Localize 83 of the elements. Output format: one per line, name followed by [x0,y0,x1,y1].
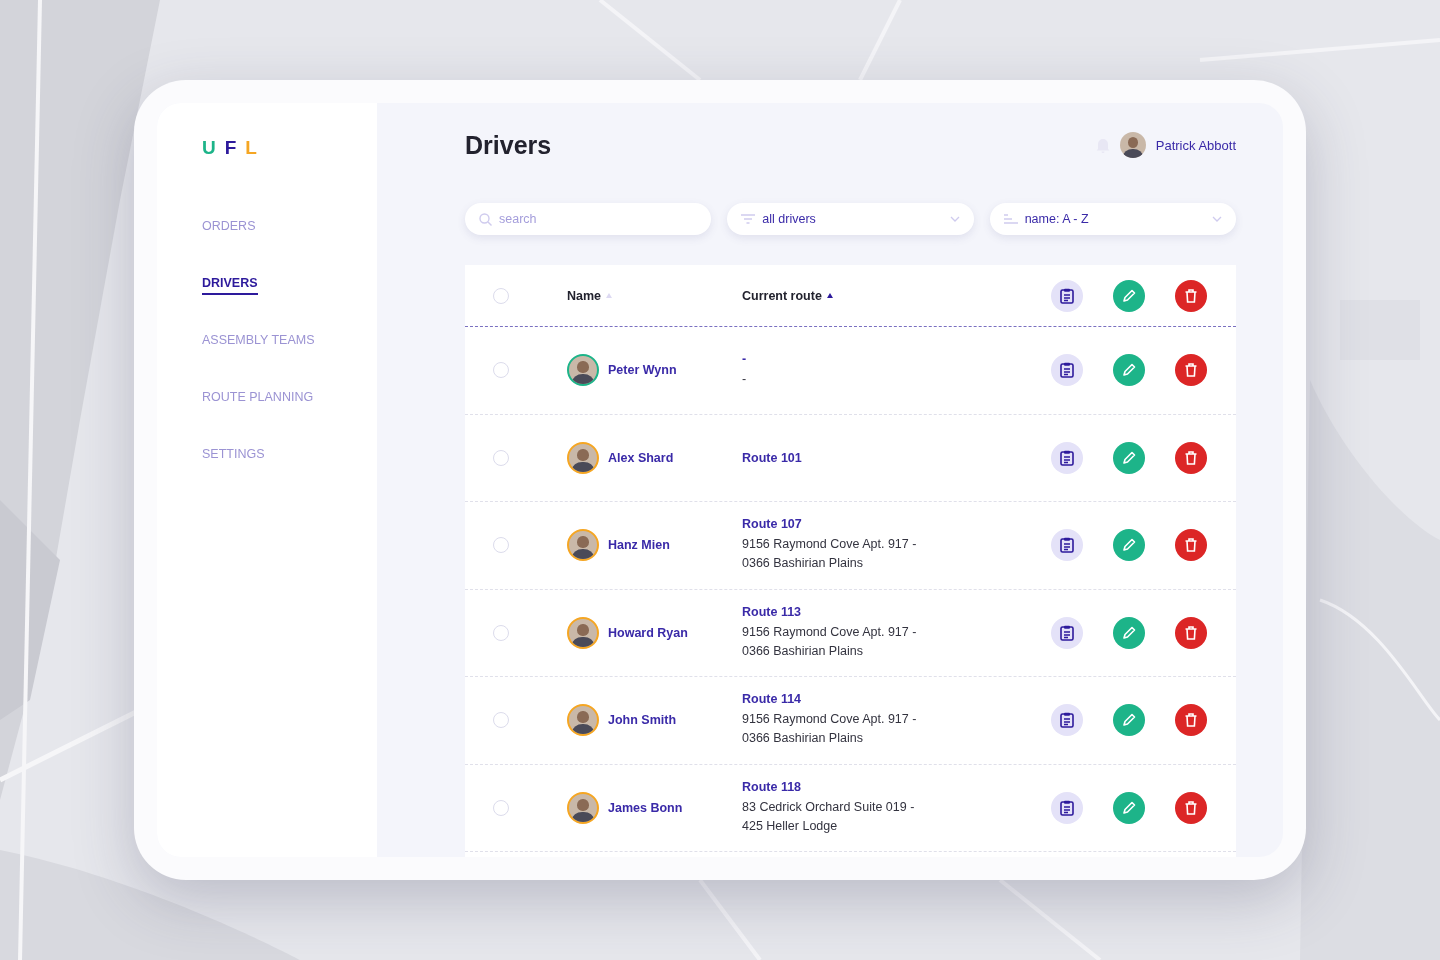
route-name[interactable]: Route 118 [742,779,932,794]
edit-button[interactable] [1113,616,1145,649]
pencil-icon [1122,288,1136,303]
driver-name[interactable]: Hanz Mien [608,538,670,553]
select-all-checkbox[interactable] [493,287,509,304]
route-name[interactable]: Route 113 [742,604,932,619]
user-name[interactable]: Patrick Abbott [1155,137,1236,153]
edit-button[interactable] [1113,791,1145,824]
clipboard-icon [1060,449,1074,466]
route-name[interactable]: Route 114 [742,692,932,707]
clipboard-button[interactable] [1051,616,1083,649]
sort-arrow-icon [826,293,833,298]
route-name[interactable]: - [742,351,932,366]
route-address: 9156 Raymond Cove Apt. 917 - 0366 Bashirian Plains [742,536,918,573]
status-dropdown[interactable]: all drivers [727,203,974,235]
edit-button[interactable] [1113,704,1145,737]
row-checkbox[interactable] [493,799,509,816]
delete-button[interactable] [1175,354,1207,387]
driver-name[interactable]: Howard Ryan [608,625,688,640]
sort-lines-icon [1003,214,1018,224]
edit-button[interactable] [1113,354,1145,387]
edit-button[interactable] [1113,441,1145,474]
logo: U F L [202,137,258,159]
delete-button[interactable] [1175,791,1207,824]
route-address: 83 Cedrick Orchard Suite 019 - 425 Heller Lodge [742,798,916,835]
row-checkbox[interactable] [493,362,509,379]
clipboard-button[interactable] [1051,441,1083,474]
clipboard-icon [1060,537,1074,554]
clipboard-button[interactable] [1051,354,1083,387]
edit-button[interactable] [1113,279,1145,312]
clipboard-icon [1060,362,1074,379]
clipboard-button[interactable] [1051,279,1083,312]
pencil-icon [1122,713,1136,728]
trash-icon [1185,800,1197,815]
search-field[interactable]: search [465,203,712,235]
trash-icon [1185,363,1197,378]
row-checkbox[interactable] [493,449,509,466]
trash-icon [1185,538,1197,553]
delete-button[interactable] [1175,279,1207,312]
column-header[interactable]: Name [567,288,613,303]
chevron-down-icon [949,216,960,222]
route-address: 9156 Raymond Cove Apt. 917 - 0366 Bashirian Plains [742,623,918,660]
clipboard-button[interactable] [1051,791,1083,824]
trash-icon [1185,625,1197,640]
clipboard-icon [1060,799,1074,816]
trash-icon [1185,288,1197,303]
clipboard-icon [1060,712,1074,729]
sort-arrow-icon [606,293,613,298]
edit-button[interactable] [1113,529,1145,562]
chevron-down-icon [1212,216,1222,222]
clipboard-icon [1060,287,1074,304]
user-avatar[interactable] [1119,132,1146,158]
row-checkbox[interactable] [493,712,509,729]
route-name[interactable]: Route 101 [742,450,932,465]
delete-button[interactable] [1175,616,1207,649]
driver-name[interactable]: Alex Shard [608,450,674,465]
delete-button[interactable] [1175,441,1207,474]
pencil-icon [1122,450,1136,465]
column-header[interactable]: Current route [742,288,833,303]
page-title: Drivers [465,130,552,160]
filter-icon [741,214,756,224]
pencil-icon [1122,363,1136,378]
clipboard-icon [1060,624,1074,641]
clipboard-button[interactable] [1051,704,1083,737]
route-address: 9156 Raymond Cove Apt. 917 - 0366 Bashirian Plains [742,711,918,748]
delete-button[interactable] [1175,529,1207,562]
trash-icon [1185,450,1197,465]
row-checkbox[interactable] [493,537,509,554]
pencil-icon [1122,538,1136,553]
driver-name[interactable]: Peter Wynn [608,363,677,378]
route-name[interactable]: Route 107 [742,517,932,532]
sort-dropdown[interactable]: name: A - Z [989,203,1236,235]
clipboard-button[interactable] [1051,529,1083,562]
delete-button[interactable] [1175,704,1207,737]
pencil-icon [1122,625,1136,640]
driver-name[interactable]: James Bonn [608,800,683,815]
driver-name[interactable]: John Smith [608,713,677,728]
row-checkbox[interactable] [493,624,509,641]
route-address: - [742,370,748,388]
pencil-icon [1122,800,1136,815]
search-icon [479,213,492,226]
nav-item[interactable]: DRIVERS [202,276,258,295]
trash-icon [1185,713,1197,728]
